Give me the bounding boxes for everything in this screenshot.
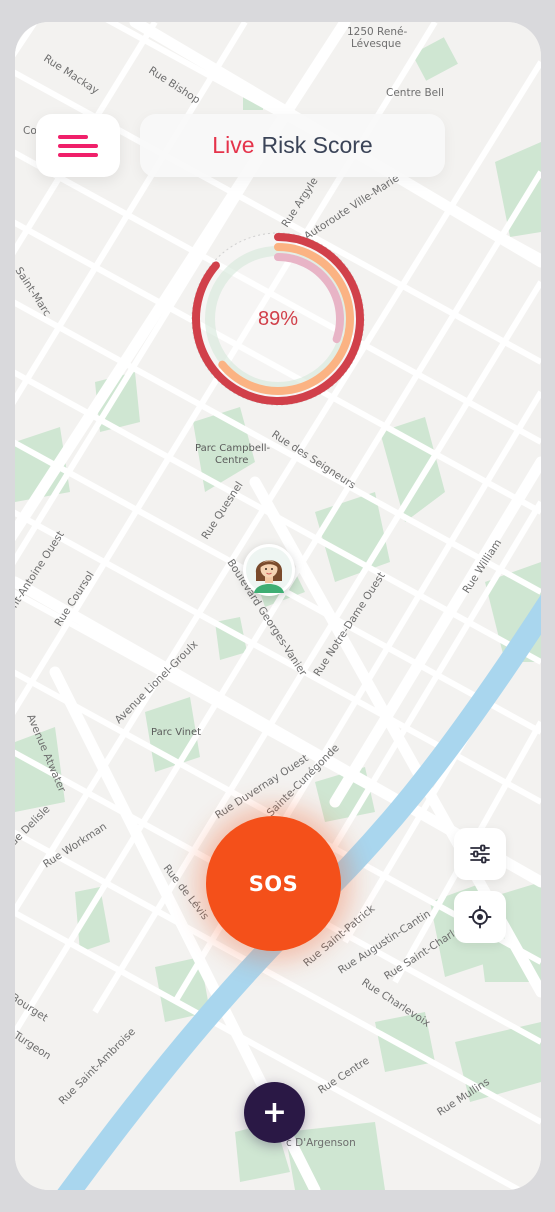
map-label-levesque: Lévesque (351, 38, 401, 50)
user-location-avatar[interactable] (243, 544, 295, 596)
map-label-campbell-1: Parc Campbell- (195, 443, 271, 454)
risk-score-value: 89% (257, 307, 299, 330)
user-avatar-icon (246, 547, 292, 593)
filter-button[interactable] (454, 828, 506, 880)
map-label-1250: 1250 René- (347, 26, 407, 38)
map-label-parc-vinet: Parc Vinet (151, 727, 201, 738)
sos-button[interactable]: SOS (206, 816, 341, 951)
crosshair-icon (468, 905, 492, 929)
locate-me-button[interactable] (454, 891, 506, 943)
risk-score-title-card: Live Risk Score (140, 114, 445, 177)
title-text: Risk Score (261, 132, 373, 158)
menu-button[interactable] (36, 114, 120, 177)
sliders-icon (470, 844, 490, 864)
add-button[interactable]: + (244, 1082, 305, 1143)
menu-icon (58, 132, 98, 159)
map-label-campbell-2: Centre (215, 455, 248, 466)
phone-screen: 1250 René- Lévesque Rue Mackay Rue Bisho… (15, 22, 541, 1190)
map-label-co: Co (23, 125, 37, 137)
title-accent: Live (212, 132, 255, 158)
map-label-centre-bell: Centre Bell (386, 87, 444, 99)
map-label-argenson: c D'Argenson (286, 1137, 356, 1149)
map-view[interactable]: 1250 René- Lévesque Rue Mackay Rue Bisho… (15, 22, 541, 1190)
